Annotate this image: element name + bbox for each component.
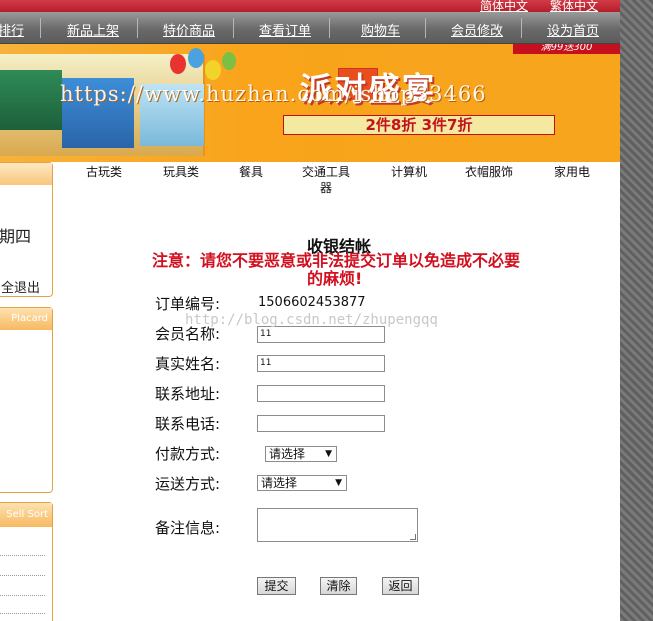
chevron-down-icon: ▼ <box>325 449 332 459</box>
nav-divider <box>329 18 330 38</box>
nav-divider <box>137 18 138 38</box>
list-item[interactable] <box>0 555 45 556</box>
nav-divider <box>425 18 426 38</box>
balloon-graphic <box>222 52 236 70</box>
order-number-label: 订单编号: <box>155 295 221 313</box>
blog-watermark: http://blog.csdn.net/zhupengqq <box>185 312 438 328</box>
balloon-graphic <box>188 48 204 68</box>
category-computers[interactable]: 计算机 <box>391 164 427 180</box>
panel-header <box>0 163 52 185</box>
category-antiques[interactable]: 古玩类 <box>86 164 122 180</box>
nav-item-member-edit[interactable]: 会员修改 <box>451 20 503 39</box>
shipping-method-label: 运送方式: <box>155 475 221 493</box>
shipping-method-select[interactable]: 请选择 ▼ <box>257 475 347 491</box>
login-panel: 期四 全退出 <box>0 162 53 297</box>
warning-text: 注意：请您不要恶意或非法提交订单以免造成不必要 <box>152 251 521 270</box>
page: 简体中文 繁体中文 排行 新品上架 特价商品 查看订单 购物车 会员修改 设为首… <box>0 0 653 621</box>
nav-divider <box>40 18 41 38</box>
nav-item-set-homepage[interactable]: 设为首页 <box>547 20 599 39</box>
promo-banner[interactable]: 派对盛宴 2件8折 3件7折 满99送300 https://www.huzha… <box>0 44 620 162</box>
page-background-pattern <box>620 0 653 621</box>
placard-panel: Placard <box>0 307 53 493</box>
resize-grip-icon[interactable] <box>410 534 416 540</box>
nav-divider <box>233 18 234 38</box>
balloon-graphic <box>205 60 221 80</box>
remark-label: 备注信息: <box>155 519 221 537</box>
nav-item-new-arrivals[interactable]: 新品上架 <box>67 20 119 39</box>
promo-corner-tag: 满99送300 <box>513 44 620 54</box>
nav-item-specials[interactable]: 特价商品 <box>163 20 215 39</box>
payment-method-select[interactable]: 请选择 ▼ <box>265 446 337 462</box>
address-label: 联系地址: <box>155 385 221 403</box>
payment-method-value: 请选择 <box>269 447 306 461</box>
clear-button[interactable]: 清除 <box>320 577 357 595</box>
list-item[interactable] <box>0 613 45 614</box>
nav-item-cart[interactable]: 购物车 <box>361 20 400 39</box>
nav-divider <box>521 18 522 38</box>
category-bar: 古玩类 玩具类 餐具 交通工具 器 计算机 衣帽服饰 家用电 <box>55 162 620 202</box>
product-box <box>0 70 62 130</box>
promo-discount-strip: 2件8折 3件7折 <box>283 115 555 135</box>
placard-header: Placard <box>0 308 52 330</box>
nav-item-ranking[interactable]: 排行 <box>0 20 24 39</box>
main-nav: 排行 新品上架 特价商品 查看订单 购物车 会员修改 设为首页 <box>0 12 620 44</box>
main-content: 简体中文 繁体中文 排行 新品上架 特价商品 查看订单 购物车 会员修改 设为首… <box>0 0 620 621</box>
member-name-field[interactable]: 11 <box>257 326 385 343</box>
list-item[interactable] <box>0 575 45 576</box>
left-sidebar: 期四 全退出 Placard Sell Sort <box>0 162 55 621</box>
warning-text-cont: 的麻烦! <box>307 269 363 288</box>
category-transport[interactable]: 交通工具 器 <box>302 164 350 196</box>
submit-button[interactable]: 提交 <box>257 577 296 595</box>
shipping-method-value: 请选择 <box>261 476 298 490</box>
top-bar: 简体中文 繁体中文 <box>0 0 620 13</box>
balloon-graphic <box>170 54 186 74</box>
category-appliances[interactable]: 家用电 <box>554 164 590 180</box>
sell-sort-panel: Sell Sort <box>0 502 53 621</box>
real-name-field[interactable]: 11 <box>257 355 385 372</box>
category-apparel[interactable]: 衣帽服饰 <box>465 164 513 180</box>
address-field[interactable] <box>257 385 385 402</box>
category-toys[interactable]: 玩具类 <box>163 164 199 180</box>
remark-textarea[interactable] <box>257 508 418 542</box>
phone-field[interactable] <box>257 415 385 432</box>
chevron-down-icon: ▼ <box>335 478 342 488</box>
order-number-value: 1506602453877 <box>258 295 366 310</box>
real-name-label: 真实姓名: <box>155 355 221 373</box>
sell-sort-header: Sell Sort <box>0 503 52 527</box>
phone-label: 联系电话: <box>155 415 221 433</box>
list-item[interactable] <box>0 595 45 596</box>
back-button[interactable]: 返回 <box>382 577 419 595</box>
category-tableware[interactable]: 餐具 <box>239 164 263 180</box>
site-watermark: https://www.huzhan.com/ishop33466 <box>60 82 487 106</box>
payment-method-label: 付款方式: <box>155 445 221 463</box>
date-text: 期四 <box>0 227 32 246</box>
logout-link[interactable]: 全退出 <box>1 277 40 296</box>
nav-item-view-orders[interactable]: 查看订单 <box>259 20 311 39</box>
